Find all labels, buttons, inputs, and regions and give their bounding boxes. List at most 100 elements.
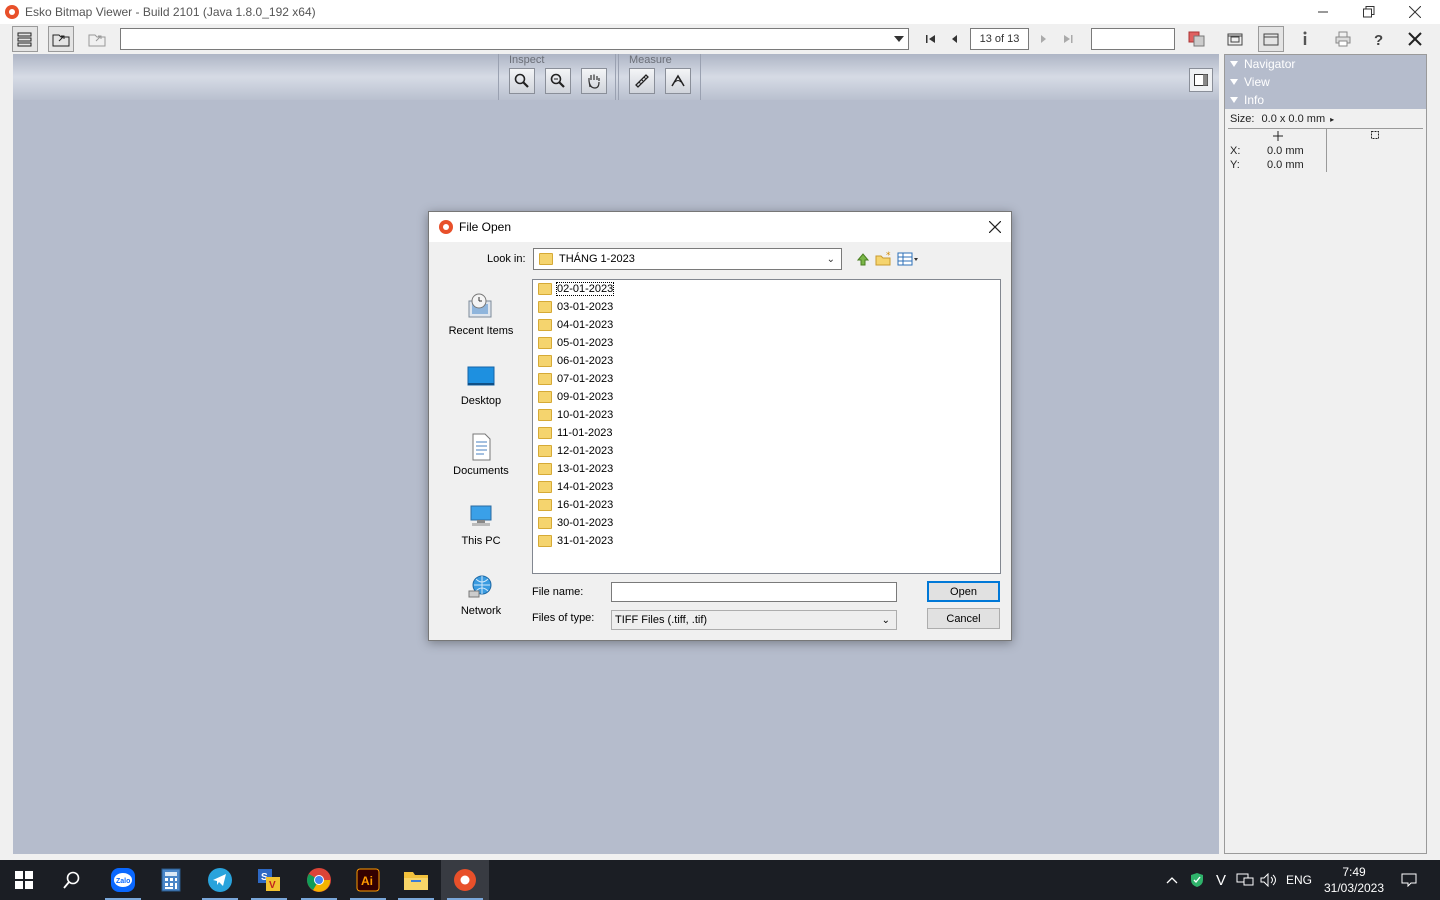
- chevron-down-icon[interactable]: ⌄: [882, 615, 890, 626]
- taskbar-illustrator[interactable]: Ai: [344, 860, 392, 900]
- file-path-combobox[interactable]: [120, 28, 909, 50]
- taskbar-telegram[interactable]: [196, 860, 244, 900]
- cancel-button[interactable]: Cancel: [927, 608, 1000, 629]
- view-menu-button[interactable]: [897, 250, 921, 268]
- next-page-button[interactable]: [1030, 26, 1056, 52]
- list-item[interactable]: 13-01-2023: [535, 460, 613, 478]
- zoom-in-tool[interactable]: [509, 68, 535, 94]
- notifications-button[interactable]: [1394, 860, 1424, 900]
- recent-items-icon: [468, 293, 492, 318]
- taskbar-zalo[interactable]: Zalo: [99, 860, 147, 900]
- look-in-combobox[interactable]: THÁNG 1-2023 ⌄: [533, 248, 842, 270]
- compare-icon: [1188, 31, 1205, 47]
- taskbar-file-explorer[interactable]: [392, 860, 440, 900]
- tray-network[interactable]: [1234, 860, 1256, 900]
- list-item[interactable]: 07-01-2023: [535, 370, 613, 388]
- place-this-pc[interactable]: This PC: [439, 497, 523, 559]
- help-button[interactable]: ?: [1366, 26, 1392, 52]
- minimize-button[interactable]: [1300, 0, 1346, 24]
- angle-tool[interactable]: [665, 68, 691, 94]
- info-section-header[interactable]: Info: [1225, 91, 1426, 109]
- new-folder-button[interactable]: *: [874, 250, 894, 268]
- print-preview-button[interactable]: [1222, 26, 1248, 52]
- window-title: Esko Bitmap Viewer - Build 2101 (Java 1.…: [25, 5, 316, 19]
- measure-group-label: Measure: [629, 54, 672, 66]
- language-indicator[interactable]: ENG: [1284, 860, 1314, 900]
- show-hidden-icons-button[interactable]: [1160, 860, 1184, 900]
- caret-right-icon[interactable]: ▸: [1330, 115, 1334, 124]
- compare-button[interactable]: [1184, 26, 1210, 52]
- previous-page-button[interactable]: [942, 26, 968, 52]
- place-label: Desktop: [460, 395, 502, 407]
- list-item[interactable]: 11-01-2023: [535, 424, 612, 442]
- list-item[interactable]: 14-01-2023: [535, 478, 613, 496]
- dialog-close-button[interactable]: [985, 217, 1005, 237]
- dialog-title: File Open: [459, 220, 512, 234]
- place-network[interactable]: Network: [439, 567, 523, 629]
- frame-view-button[interactable]: [1258, 26, 1284, 52]
- tray-unikey[interactable]: V: [1210, 860, 1232, 900]
- print-button[interactable]: [1330, 26, 1356, 52]
- list-item[interactable]: 02-01-2023: [535, 280, 615, 298]
- collapse-triangle-icon: [1230, 61, 1238, 67]
- search-button[interactable]: [48, 860, 96, 900]
- place-documents[interactable]: Documents: [439, 427, 523, 489]
- tray-security[interactable]: [1186, 860, 1208, 900]
- folder-name: 14-01-2023: [557, 481, 614, 493]
- info-button[interactable]: [1292, 26, 1318, 52]
- last-page-button[interactable]: [1055, 26, 1081, 52]
- list-item[interactable]: 06-01-2023: [535, 352, 613, 370]
- maximize-button[interactable]: [1346, 0, 1392, 24]
- list-item[interactable]: 03-01-2023: [535, 298, 613, 316]
- folder-icon: [538, 391, 552, 403]
- file-list[interactable]: 02-01-2023 03-01-2023 04-01-2023 05-01-2…: [532, 279, 1001, 574]
- pan-tool[interactable]: [581, 68, 607, 94]
- chevron-down-icon[interactable]: ⌄: [827, 254, 835, 265]
- file-name-input[interactable]: [611, 582, 897, 602]
- list-item[interactable]: 16-01-2023: [535, 496, 613, 514]
- list-item[interactable]: 31-01-2023: [535, 532, 613, 550]
- folder-name: 04-01-2023: [557, 319, 614, 331]
- taskbar-unikey[interactable]: SV: [245, 860, 293, 900]
- clock[interactable]: 7:49 31/03/2023: [1318, 860, 1390, 900]
- computer-icon: [470, 505, 492, 526]
- list-item[interactable]: 04-01-2023: [535, 316, 613, 334]
- list-item[interactable]: 09-01-2023: [535, 388, 613, 406]
- place-desktop[interactable]: Desktop: [439, 357, 523, 419]
- close-icon: [989, 221, 1001, 233]
- up-one-level-button[interactable]: [853, 250, 873, 268]
- file-explorer-icon: [404, 872, 428, 890]
- ruler-tool[interactable]: [629, 68, 655, 94]
- list-item[interactable]: 05-01-2023: [535, 334, 613, 352]
- place-recent-items[interactable]: Recent Items: [439, 287, 523, 349]
- list-item[interactable]: 30-01-2023: [535, 514, 613, 532]
- chevron-down-icon[interactable]: [894, 36, 904, 42]
- ruler-icon: [635, 74, 649, 88]
- open-file-button[interactable]: [48, 26, 74, 52]
- close-document-button[interactable]: [1402, 26, 1428, 52]
- list-item[interactable]: 12-01-2023: [535, 442, 613, 460]
- export-button[interactable]: [84, 26, 110, 52]
- close-button[interactable]: [1392, 0, 1438, 24]
- first-page-button[interactable]: [918, 26, 944, 52]
- open-folder-icon: [52, 34, 70, 47]
- layers-button[interactable]: [12, 26, 38, 52]
- collapse-triangle-icon: [1230, 79, 1238, 85]
- start-button[interactable]: [0, 860, 48, 900]
- open-button[interactable]: Open: [927, 581, 1000, 602]
- page-indicator[interactable]: 13 of 13: [970, 28, 1029, 50]
- folder-name: 31-01-2023: [557, 535, 614, 547]
- zoom-field[interactable]: [1091, 28, 1175, 50]
- folder-icon: [538, 481, 552, 493]
- taskbar-chrome[interactable]: [295, 860, 343, 900]
- list-item[interactable]: 10-01-2023: [535, 406, 613, 424]
- file-type-select[interactable]: TIFF Files (.tiff, .tif) ⌄: [611, 610, 897, 630]
- navigator-section-header[interactable]: Navigator: [1225, 55, 1426, 73]
- zoom-out-tool[interactable]: [545, 68, 571, 94]
- view-section-header[interactable]: View: [1225, 73, 1426, 91]
- tray-volume[interactable]: [1258, 860, 1280, 900]
- taskbar-calculator[interactable]: [147, 860, 195, 900]
- taskbar-esko-bitmap-viewer[interactable]: [441, 860, 489, 900]
- place-label: Network: [460, 605, 502, 617]
- panel-toggle-button[interactable]: [1189, 68, 1213, 92]
